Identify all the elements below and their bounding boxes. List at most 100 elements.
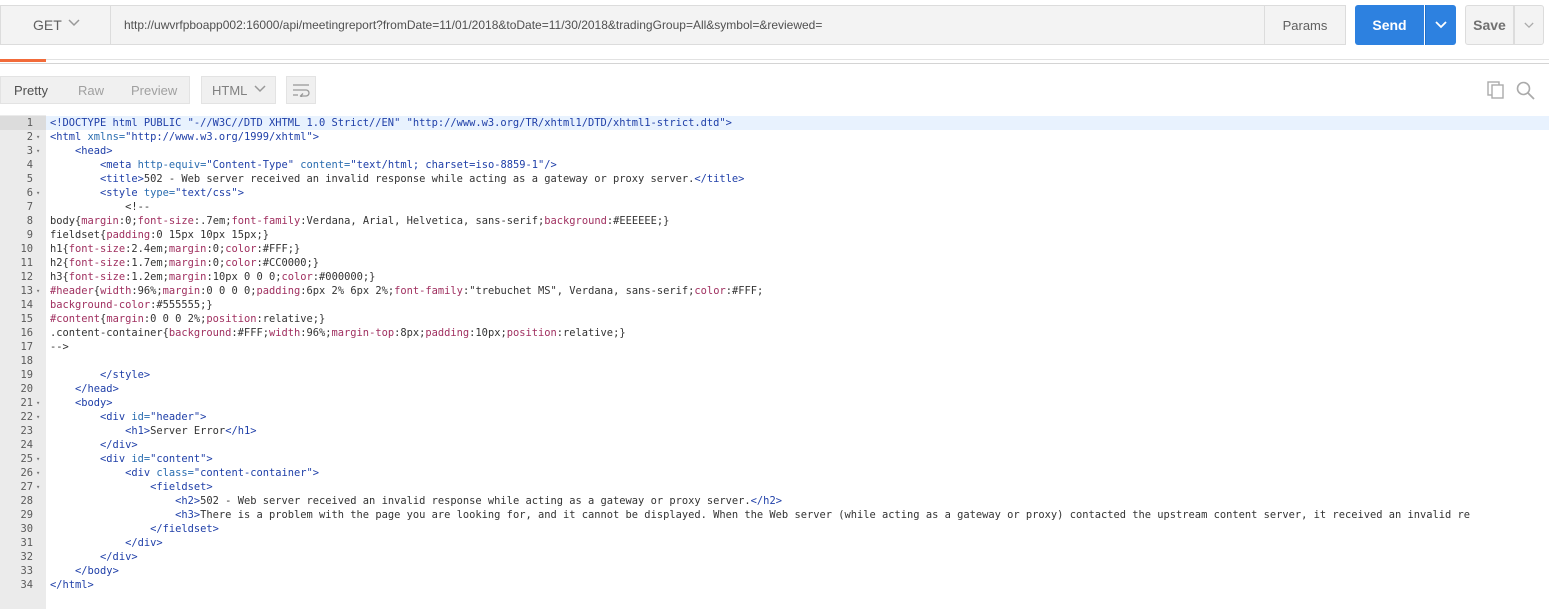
code-token: :1.2em; xyxy=(125,271,169,283)
params-button[interactable]: Params xyxy=(1264,5,1346,45)
code-token: :relative;} xyxy=(556,327,626,339)
line-number: 17 xyxy=(20,341,33,353)
code-token: 502 - Web server received an invalid res… xyxy=(200,495,751,507)
code-token: "header" xyxy=(150,411,201,423)
code-token: :1.7em; xyxy=(125,257,169,269)
url-input[interactable]: http://uwvrfpboapp002:16000/api/meetingr… xyxy=(110,5,1265,45)
code-line: 33 </body> xyxy=(0,564,1549,578)
code-token: :0; xyxy=(206,257,226,269)
code-token: <div xyxy=(100,453,132,465)
wrap-lines-button[interactable] xyxy=(286,76,316,104)
code-token: </html> xyxy=(50,579,94,591)
code-token: "Content-Type" xyxy=(206,159,295,171)
fold-toggle-icon[interactable]: ▾ xyxy=(36,452,40,466)
code-token: font-size xyxy=(68,243,126,255)
code-token: > xyxy=(237,187,244,199)
code-token: /> xyxy=(544,159,557,171)
chevron-down-icon xyxy=(1435,21,1447,29)
fold-toggle-icon[interactable]: ▾ xyxy=(36,130,40,144)
line-number: 16 xyxy=(20,327,33,339)
code-text: </div> xyxy=(50,536,163,550)
code-text: background-color:#555555;} xyxy=(50,298,213,312)
code-token: padding xyxy=(256,285,301,297)
wrap-lines-icon xyxy=(293,84,310,97)
format-select[interactable]: HTML xyxy=(201,76,276,104)
code-text: <div id="header"> xyxy=(50,410,206,424)
send-button[interactable]: Send xyxy=(1355,5,1424,45)
code-token: </h2> xyxy=(750,495,782,507)
code-line: 10 h1{font-size:2.4em;margin:0;color:#FFF… xyxy=(0,242,1549,256)
code-token: type= xyxy=(143,187,176,199)
fold-toggle-icon[interactable]: ▾ xyxy=(36,284,40,298)
code-token: <title> xyxy=(100,173,144,185)
method-select[interactable]: GET xyxy=(0,5,110,45)
search-icon[interactable] xyxy=(1516,81,1535,100)
code-text: h3{font-size:1.2em;margin:10px 0 0 0;col… xyxy=(50,270,375,284)
code-lines: 1 <!DOCTYPE html PUBLIC "-//W3C//DTD XHTM… xyxy=(0,116,1549,592)
save-button[interactable]: Save xyxy=(1465,5,1514,45)
code-token: <html xyxy=(50,131,88,143)
code-token: background xyxy=(544,215,607,227)
code-token: --> xyxy=(50,341,69,353)
code-text: <!DOCTYPE html PUBLIC "-//W3C//DTD XHTML… xyxy=(50,116,732,130)
code-line: 24 </div> xyxy=(0,438,1549,452)
code-token: background xyxy=(168,327,232,339)
copy-icon[interactable] xyxy=(1487,81,1505,99)
line-number: 1 xyxy=(26,117,33,129)
tab-raw[interactable]: Raw xyxy=(78,83,104,98)
code-text: <meta http-equiv="Content-Type" content=… xyxy=(50,158,557,172)
code-text: <title>502 - Web server received an inva… xyxy=(50,172,744,186)
code-line: 18 xyxy=(0,354,1549,368)
tab-preview[interactable]: Preview xyxy=(131,83,177,98)
fold-toggle-icon[interactable]: ▾ xyxy=(36,466,40,480)
fold-toggle-icon[interactable]: ▾ xyxy=(36,410,40,424)
code-token: margin xyxy=(168,271,207,283)
code-token: <!-- xyxy=(50,201,151,213)
code-token: position xyxy=(506,327,557,339)
code-line: 13 ▾ #header{width:96%;margin:0 0 0 0;padd… xyxy=(0,284,1549,298)
code-token: :#FFF;} xyxy=(256,243,301,255)
code-token: :#000000;} xyxy=(312,271,376,283)
code-line: 14 background-color:#555555;} xyxy=(0,298,1549,312)
code-token: font-size xyxy=(68,271,126,283)
code-token: padding xyxy=(106,229,151,241)
tab-pretty[interactable]: Pretty xyxy=(14,83,48,98)
code-token: body{ xyxy=(50,215,82,227)
code-token: <h3> xyxy=(175,509,201,521)
fold-toggle-icon[interactable]: ▾ xyxy=(36,396,40,410)
code-text: <h2>502 - Web server received an invalid… xyxy=(50,494,782,508)
code-token: :.7em; xyxy=(193,215,232,227)
code-token: id= xyxy=(131,411,151,423)
code-line: 15 #content{margin:0 0 0 2%;position:rela… xyxy=(0,312,1549,326)
code-line: 7 <!-- xyxy=(0,200,1549,214)
response-body-editor[interactable]: 1 <!DOCTYPE html PUBLIC "-//W3C//DTD XHTM… xyxy=(0,115,1549,609)
code-line: 2 ▾ <html xmlns="http://www.w3.org/1999/xh… xyxy=(0,130,1549,144)
line-number: 7 xyxy=(26,201,33,213)
line-number: 20 xyxy=(20,383,33,395)
code-line: 31 </div> xyxy=(0,536,1549,550)
fold-toggle-icon[interactable]: ▾ xyxy=(36,186,40,200)
code-token: #header xyxy=(50,285,94,297)
code-line: 21 ▾ <body> xyxy=(0,396,1549,410)
code-text: #header{width:96%;margin:0 0 0 0;padding… xyxy=(50,284,763,298)
code-token: background-color xyxy=(50,299,151,311)
code-line: 5 <title>502 - Web server received an in… xyxy=(0,172,1549,186)
fold-toggle-icon[interactable]: ▾ xyxy=(36,480,40,494)
code-text: <head> xyxy=(50,144,113,158)
code-token: "text/css" xyxy=(175,187,238,199)
line-number: 22 xyxy=(20,411,33,423)
code-text: <h3>There is a problem with the page you… xyxy=(50,508,1470,522)
code-token: :10px; xyxy=(469,327,507,339)
save-dropdown-button[interactable] xyxy=(1514,5,1544,45)
send-dropdown-button[interactable] xyxy=(1425,5,1456,45)
code-text: body{margin:0;font-size:.7em;font-family… xyxy=(50,214,669,228)
code-line: 17 --> xyxy=(0,340,1549,354)
fold-toggle-icon[interactable]: ▾ xyxy=(36,144,40,158)
code-token: </div> xyxy=(100,439,138,451)
code-token: font-family xyxy=(231,215,301,227)
code-token: id= xyxy=(131,453,151,465)
code-token: font-size xyxy=(68,257,126,269)
